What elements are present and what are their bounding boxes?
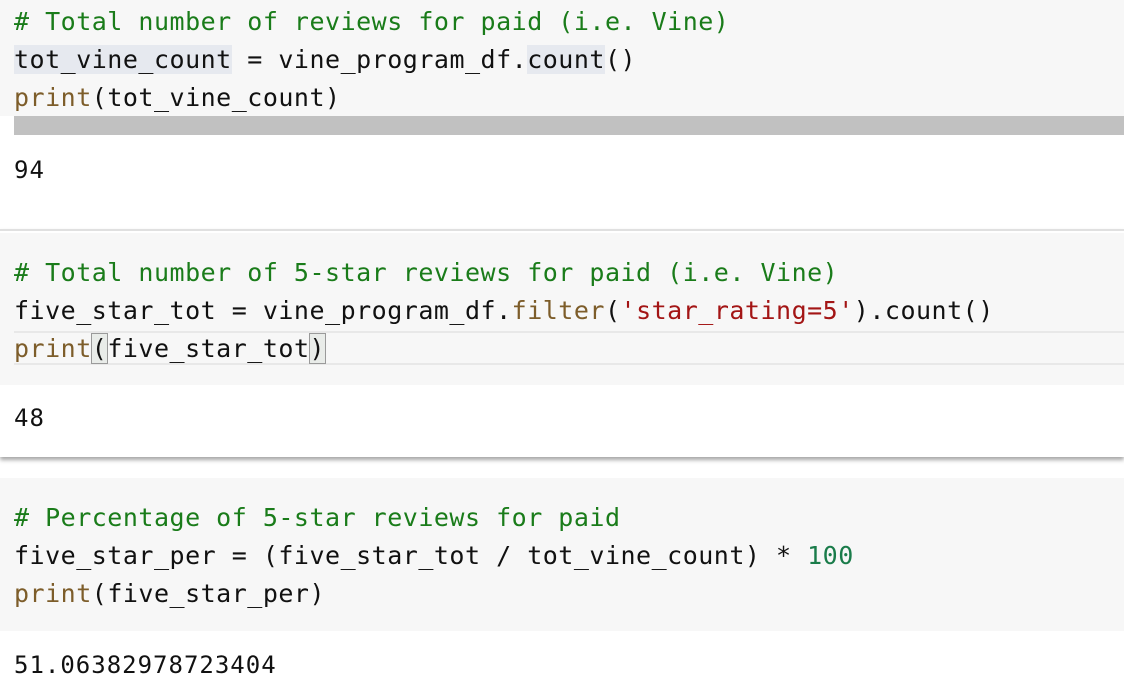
string-literal: 'star_rating=5' (620, 296, 854, 325)
code-line-print: print(five_star_tot) (14, 330, 327, 368)
comment-text: # Percentage of 5-star reviews for paid (14, 503, 621, 532)
code-line-print: print(five_star_per) (14, 575, 325, 613)
method-name: filter (511, 296, 605, 325)
code-cell-3[interactable]: # Percentage of 5-star reviews for paid … (0, 478, 1124, 631)
code-cell-1[interactable]: # Total number of reviews for paid (i.e.… (0, 0, 1124, 116)
code-line-comment: # Percentage of 5-star reviews for paid (14, 499, 621, 537)
code-line-print: print(tot_vine_count) (14, 79, 341, 117)
code-cell-2-selected[interactable]: # Total number of 5-star reviews for pai… (0, 229, 1124, 457)
print-keyword: print (14, 579, 92, 608)
print-args: (five_star_per) (91, 579, 326, 608)
horizontal-scrollbar[interactable] (14, 116, 1124, 135)
open-paren: ( (604, 296, 621, 325)
print-args: (tot_vine_count) (91, 83, 341, 112)
assign-operator: = (231, 45, 279, 74)
code-cell-2-input[interactable]: # Total number of 5-star reviews for pai… (0, 233, 1124, 385)
cell-output-2: 48 (14, 404, 45, 432)
cell-output-1: 94 (14, 156, 45, 184)
variable-name: tot_vine_count (14, 45, 232, 74)
print-args: five_star_tot (107, 334, 310, 363)
call-parens: () (604, 45, 637, 74)
matched-close-bracket: ) (308, 333, 327, 364)
code-line-comment: # Total number of reviews for paid (i.e.… (14, 3, 729, 41)
number-literal: 100 (807, 541, 854, 570)
assignment-prefix: five_star_tot = vine_program_df. (14, 296, 512, 325)
object-ref: vine_program_df. (278, 45, 528, 74)
method-name: count (527, 45, 605, 74)
assignment-expression: five_star_per = (five_star_tot / tot_vin… (14, 541, 808, 570)
cell-output-3: 51.06382978723404 (14, 651, 277, 679)
matched-open-bracket: ( (90, 333, 109, 364)
print-keyword: print (14, 334, 92, 363)
comment-text: # Total number of reviews for paid (i.e.… (14, 7, 730, 36)
code-line-assignment: five_star_tot = vine_program_df.filter('… (14, 292, 994, 330)
code-line-comment: # Total number of 5-star reviews for pai… (14, 254, 838, 292)
comment-text: # Total number of 5-star reviews for pai… (14, 258, 839, 287)
print-keyword: print (14, 83, 92, 112)
call-tail: ).count() (853, 296, 994, 325)
code-line-assignment: five_star_per = (five_star_tot / tot_vin… (14, 537, 854, 575)
code-line-assignment: tot_vine_count = vine_program_df.count() (14, 41, 636, 79)
